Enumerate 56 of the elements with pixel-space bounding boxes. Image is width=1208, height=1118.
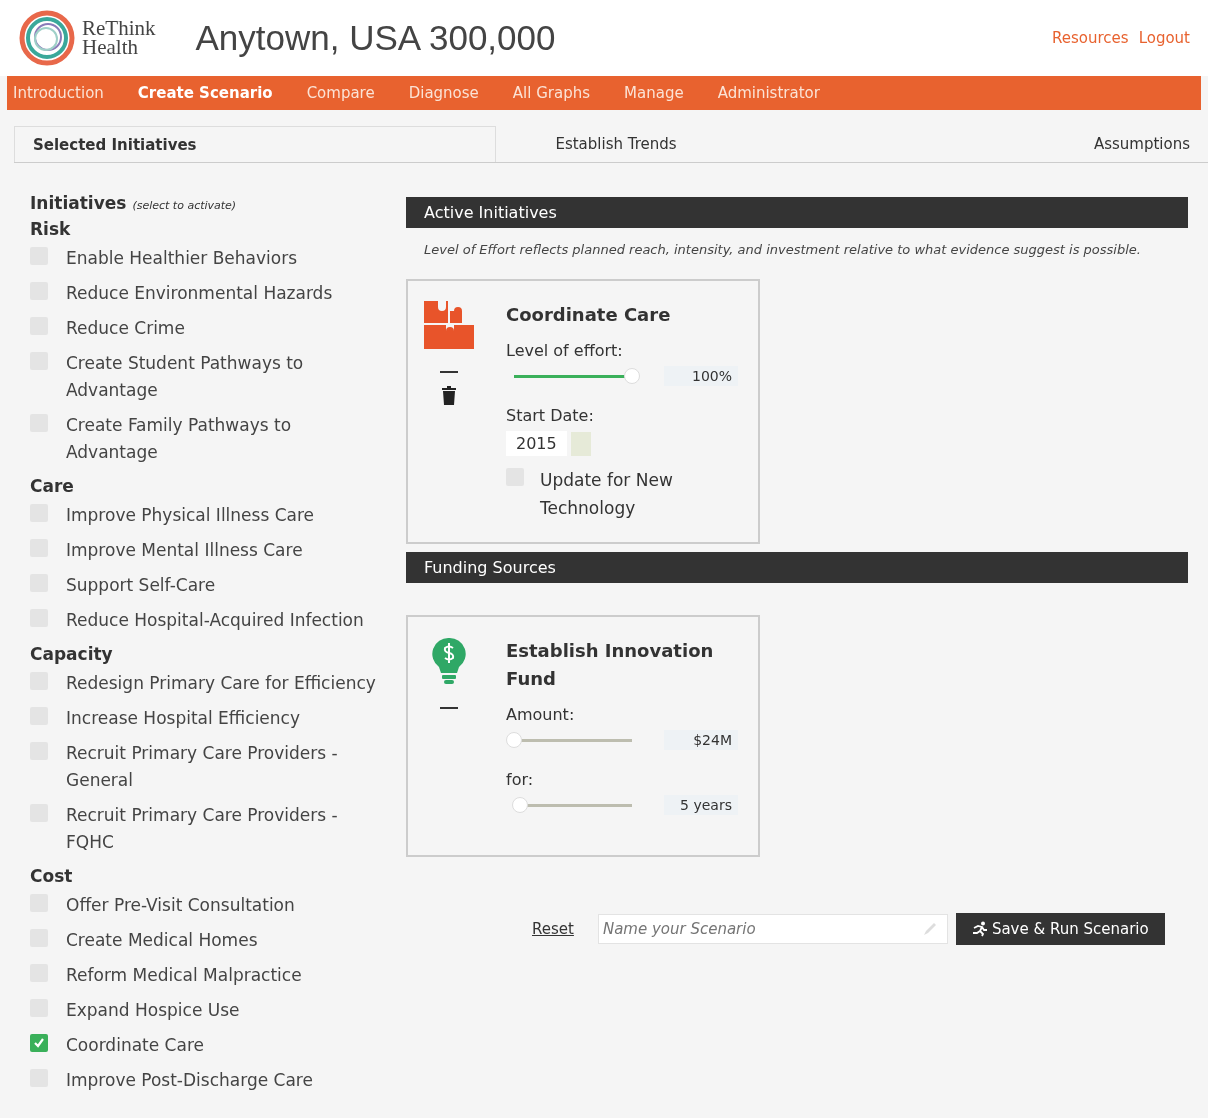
pencil-icon — [921, 921, 938, 937]
group-heading: Cost — [30, 866, 74, 886]
initiative-label: Support Self-Care — [66, 574, 217, 597]
check-icon — [32, 1036, 46, 1050]
field-label: Start Date: — [506, 406, 595, 425]
value-field[interactable]: 100% — [664, 366, 738, 386]
trash-icon[interactable] — [441, 385, 457, 405]
section-title: Initiatives — [30, 193, 127, 213]
save-run-button[interactable]: Save & Run Scenario — [955, 913, 1165, 945]
minimize-icon[interactable] — [440, 707, 458, 709]
group-heading: Care — [30, 476, 75, 496]
logo-text: ReThink Health — [82, 19, 156, 57]
initiative-label: Offer Pre-Visit Consultation — [66, 894, 296, 917]
value-field[interactable]: $24M — [664, 730, 738, 750]
field-label: Level of effort: — [506, 341, 624, 360]
initiative-label: Reduce Hospital-Acquired Infection — [66, 609, 365, 632]
rings-logo-icon — [18, 9, 76, 67]
initiative-label: Create Medical Homes — [66, 929, 259, 952]
lightbulb-dollar-icon — [432, 637, 466, 685]
initiative-label: Expand Hospice Use — [66, 999, 241, 1022]
group-heading: Risk — [30, 219, 72, 239]
reset-link[interactable]: Reset — [532, 920, 574, 938]
initiative-name: Coordinate Care — [506, 303, 672, 327]
tab[interactable]: Establish Trends — [496, 126, 736, 162]
initiative-label: Recruit Primary Care Providers - FQHC — [66, 804, 339, 854]
note-text: Level of Effort reflects planned reach, intensity, and investment relative to what evidence suggest is possible. — [424, 241, 1142, 259]
group-heading: Capacity — [30, 644, 114, 664]
minimize-icon[interactable] — [440, 371, 458, 373]
initiative-label: Improve Mental Illness Care — [66, 539, 304, 562]
value-field[interactable]: 5 years — [664, 795, 738, 815]
initiative-label: Improve Post-Discharge Care — [66, 1069, 314, 1092]
section-header: Active Initiatives — [406, 197, 1188, 228]
initiative-label: Improve Physical Illness Care — [66, 504, 316, 527]
initiative-label: Increase Hospital Efficiency — [66, 707, 301, 730]
initiative-label: Create Family Pathways to Advantage — [66, 414, 293, 464]
initiative-label: Redesign Primary Care for Efficiency — [66, 672, 377, 695]
initiative-label: Reduce Environmental Hazards — [66, 282, 334, 305]
initiative-label: Enable Healthier Behaviors — [66, 247, 299, 270]
tab[interactable]: Assumptions — [1075, 126, 1208, 162]
funding-name: Establish Innovation Fund — [506, 639, 715, 691]
scenario-name-field[interactable]: Name your Scenario — [597, 914, 948, 944]
field-label: Amount: — [506, 705, 576, 724]
initiative-label: Coordinate Care — [66, 1034, 205, 1057]
running-figure-icon — [971, 921, 988, 937]
field-label: for: — [506, 770, 535, 789]
initiative-label: Reform Medical Malpractice — [66, 964, 303, 987]
initiative-label: Reduce Crime — [66, 317, 186, 340]
checkbox-label: Update for New Technology — [540, 469, 674, 520]
puzzle-icon — [424, 301, 474, 349]
checkbox[interactable] — [30, 1034, 48, 1052]
initiative-label: Recruit Primary Care Providers - General — [66, 742, 339, 792]
tab[interactable]: Selected Initiatives — [14, 126, 496, 162]
hint-text: (select to activate) — [132, 199, 237, 212]
initiative-label: Create Student Pathways to Advantage — [66, 352, 305, 402]
section-header: Funding Sources — [406, 552, 1188, 583]
page-title: Anytown, USA 300,000 — [195, 18, 556, 58]
